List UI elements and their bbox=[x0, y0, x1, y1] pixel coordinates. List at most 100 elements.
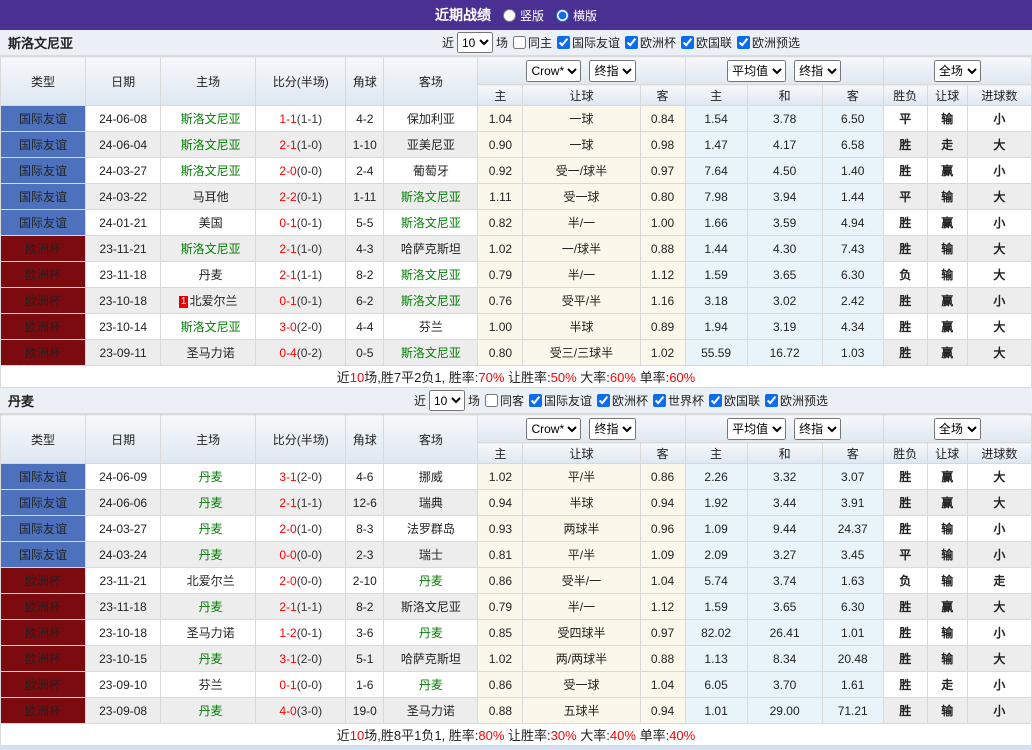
league-checkbox-input[interactable] bbox=[597, 393, 610, 407]
horizontal-radio-input[interactable] bbox=[556, 8, 569, 22]
result-handicap: 输 bbox=[926, 697, 968, 724]
odds-away: 0.97 bbox=[639, 157, 686, 184]
subcol-goals-result: 进球数 bbox=[966, 442, 1032, 464]
avg-draw-odds: 3.19 bbox=[746, 313, 823, 340]
vertical-radio-input[interactable] bbox=[502, 8, 516, 22]
halftime-score: (1-0) bbox=[296, 137, 323, 152]
avg-home-odds: 1.94 bbox=[684, 313, 748, 340]
avg-home-odds: 7.64 bbox=[684, 157, 748, 184]
near-label: 近 bbox=[413, 394, 426, 408]
league-checkbox[interactable]: 欧洲杯 bbox=[592, 392, 648, 409]
table-row: 国际友谊 24-03-22 马耳他 2-2(0-1) 1-11 斯洛文尼亚 1.… bbox=[0, 183, 1032, 210]
stage-select-2[interactable]: 终指 bbox=[794, 59, 842, 82]
same-venue-checkbox[interactable]: 同客 bbox=[480, 392, 524, 409]
away-team-cell: 斯洛文尼亚 bbox=[383, 287, 479, 314]
league-checkbox-input[interactable] bbox=[737, 35, 751, 49]
result-goals: 小 bbox=[966, 541, 1032, 568]
fulltime-select[interactable]: 全场 bbox=[933, 59, 981, 82]
halftime-score: (3-0) bbox=[296, 703, 323, 718]
league-checkbox-input[interactable] bbox=[765, 393, 779, 407]
summary-segment: 大率: bbox=[576, 728, 610, 743]
layout-radio-vertical[interactable]: 竖版 bbox=[502, 7, 544, 24]
league-checkbox-input[interactable] bbox=[556, 35, 570, 49]
avg-away-odds: 20.48 bbox=[821, 645, 884, 672]
handicap-line: 受三/三球半 bbox=[522, 339, 641, 366]
score-cell: 0-0(0-0) bbox=[255, 541, 347, 568]
league-checkbox-input[interactable] bbox=[528, 393, 542, 407]
stage-select-2[interactable]: 终指 bbox=[794, 417, 842, 440]
stage-select[interactable]: 终指 bbox=[589, 417, 637, 440]
fulltime-score: 4-0 bbox=[279, 703, 297, 718]
odds-away: 1.00 bbox=[639, 209, 686, 236]
average-select[interactable]: 平均值 bbox=[727, 59, 787, 82]
same-venue-input[interactable] bbox=[484, 394, 498, 407]
match-date: 23-09-08 bbox=[85, 697, 162, 724]
bookmaker-select[interactable]: Crow* bbox=[526, 59, 582, 82]
league-checkbox[interactable]: 欧国联 bbox=[676, 34, 732, 51]
match-date: 24-06-04 bbox=[85, 131, 162, 158]
team-section: 丹麦 近 10 场 同客 国际友谊 欧洲杯 世界杯 欧国联 欧洲预选 类型 日期 主场 … bbox=[0, 388, 1032, 746]
result-goals: 大 bbox=[966, 489, 1032, 516]
odds-home: 1.02 bbox=[477, 645, 524, 672]
league-checkbox[interactable]: 国际友谊 bbox=[524, 392, 592, 409]
league-checkbox[interactable]: 国际友谊 bbox=[552, 34, 620, 51]
league-checkbox-input[interactable] bbox=[681, 35, 695, 49]
average-select[interactable]: 平均值 bbox=[727, 417, 787, 440]
league-checkbox[interactable]: 欧洲杯 bbox=[620, 34, 676, 51]
result-goals: 小 bbox=[966, 157, 1032, 184]
recent-games-select[interactable]: 10 bbox=[428, 390, 465, 411]
away-team-cell: 斯洛文尼亚 bbox=[383, 209, 479, 236]
result-goals: 大 bbox=[966, 235, 1032, 262]
avg-draw-odds: 9.44 bbox=[746, 515, 823, 542]
score-cell: 0-4(0-2) bbox=[255, 339, 347, 366]
stage-select[interactable]: 终指 bbox=[589, 59, 637, 82]
avg-draw-odds: 3.65 bbox=[746, 261, 823, 288]
league-checkbox-input[interactable] bbox=[625, 35, 638, 49]
league-checkbox[interactable]: 欧洲预选 bbox=[760, 392, 828, 409]
result-handicap: 输 bbox=[926, 183, 968, 210]
league-checkbox[interactable]: 欧洲预选 bbox=[732, 34, 800, 51]
handicap-line: 受一球 bbox=[522, 671, 641, 698]
home-team: 丹麦 bbox=[198, 600, 223, 614]
league-checkbox-input[interactable] bbox=[653, 393, 667, 407]
same-venue-input[interactable] bbox=[512, 36, 526, 49]
layout-radio-horizontal[interactable]: 横版 bbox=[556, 7, 597, 24]
bookmaker-select[interactable]: Crow* bbox=[526, 417, 582, 440]
result-goals: 大 bbox=[966, 131, 1032, 158]
halftime-score: (1-1) bbox=[296, 111, 323, 126]
away-team-cell: 丹麦 bbox=[383, 619, 479, 646]
league-checkbox[interactable]: 世界杯 bbox=[648, 392, 704, 409]
corner-count: 2-10 bbox=[345, 567, 385, 594]
home-team-cell: 丹麦 bbox=[160, 489, 257, 516]
avg-draw-odds: 3.70 bbox=[746, 671, 823, 698]
summary-segment: 让胜率: bbox=[504, 370, 551, 385]
odds-away: 0.96 bbox=[639, 515, 686, 542]
home-team: 北爱尔兰 bbox=[189, 294, 238, 308]
home-team: 芬兰 bbox=[198, 678, 223, 692]
avg-away-odds: 4.34 bbox=[821, 313, 884, 340]
league-checkbox-input[interactable] bbox=[709, 393, 723, 407]
avg-home-odds: 1.92 bbox=[684, 489, 748, 516]
home-team: 丹麦 bbox=[198, 548, 223, 562]
avg-away-odds: 7.43 bbox=[821, 235, 884, 262]
league-badge: 欧洲杯 bbox=[0, 339, 87, 366]
section-header: 斯洛文尼亚 近 10 场 同主 国际友谊 欧洲杯 欧国联 欧洲预选 bbox=[0, 30, 1032, 56]
handicap-line: 半球 bbox=[522, 313, 641, 340]
league-checkbox-label: 欧洲预选 bbox=[752, 35, 801, 50]
away-team-cell: 芬兰 bbox=[383, 313, 479, 340]
same-venue-checkbox[interactable]: 同主 bbox=[508, 34, 552, 51]
result-goals: 小 bbox=[966, 619, 1032, 646]
summary-segment: 40% bbox=[669, 728, 696, 743]
bookmaker-group-header: Crow* 终指 bbox=[477, 414, 686, 443]
table-row: 国际友谊 24-01-21 美国 0-1(0-1) 5-5 斯洛文尼亚 0.82… bbox=[0, 209, 1032, 236]
odds-away: 1.04 bbox=[639, 567, 686, 594]
league-checkbox-label: 国际友谊 bbox=[571, 35, 620, 50]
summary-segment: 50% bbox=[550, 370, 577, 385]
odds-away: 0.98 bbox=[639, 131, 686, 158]
avg-home-odds: 82.02 bbox=[684, 619, 748, 646]
odds-home: 0.76 bbox=[477, 287, 524, 314]
score-cell: 4-0(3-0) bbox=[255, 697, 347, 724]
league-checkbox[interactable]: 欧国联 bbox=[704, 392, 760, 409]
fulltime-select[interactable]: 全场 bbox=[933, 417, 981, 440]
recent-games-select[interactable]: 10 bbox=[456, 32, 493, 53]
